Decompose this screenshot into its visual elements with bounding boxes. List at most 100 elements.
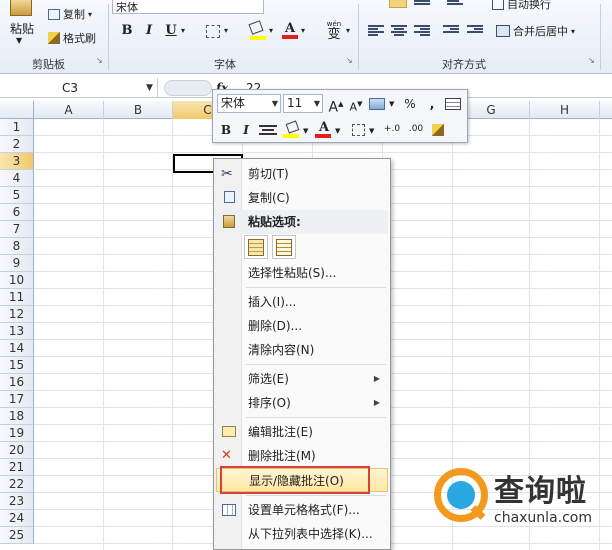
mini-fill-color-icon[interactable] — [283, 120, 301, 139]
top-align-icon[interactable] — [389, 0, 407, 8]
chevron-down-icon[interactable]: ▼ — [314, 95, 320, 112]
copy-dropdown-icon[interactable]: ▾ — [88, 10, 92, 19]
table-format-icon[interactable] — [445, 95, 463, 113]
menu-item-delete-comment[interactable]: ✕ 删除批注(M) — [216, 444, 388, 468]
column-header-b[interactable]: B — [104, 101, 173, 119]
menu-item-pick-from-list[interactable]: 从下拉列表中选择(K)... — [216, 522, 388, 546]
row-header-23[interactable]: 23 — [0, 493, 34, 510]
row-header-12[interactable]: 12 — [0, 306, 34, 323]
row-header-10[interactable]: 10 — [0, 272, 34, 289]
formula-bar-grip[interactable] — [164, 80, 212, 96]
mini-align-center-icon[interactable] — [259, 121, 277, 139]
row-header-24[interactable]: 24 — [0, 510, 34, 527]
merge-center-button[interactable]: 合并后居中 ▾ — [496, 23, 575, 39]
alignment-launcher-icon[interactable]: ↘ — [588, 57, 596, 65]
underline-dropdown-icon[interactable]: ▾ — [181, 26, 185, 35]
underline-button[interactable]: U — [162, 22, 180, 40]
font-name-box[interactable]: 宋体 — [112, 0, 264, 14]
paste-icon[interactable] — [10, 0, 32, 16]
row-header-1[interactable]: 1 — [0, 119, 34, 136]
accounting-format-icon[interactable] — [369, 95, 387, 113]
row-header-6[interactable]: 6 — [0, 204, 34, 221]
row-header-3[interactable]: 3 — [0, 153, 34, 170]
menu-item-delete[interactable]: 删除(D)... — [216, 314, 388, 338]
row-header-22[interactable]: 22 — [0, 476, 34, 493]
wrap-text-button[interactable]: 自动换行 — [492, 0, 551, 12]
name-box-dropdown-icon[interactable]: ▼ — [146, 78, 153, 98]
column-header-h[interactable]: H — [530, 101, 600, 119]
row-header-13[interactable]: 13 — [0, 323, 34, 340]
chevron-down-icon[interactable]: ▼ — [272, 95, 278, 112]
row-header-14[interactable]: 14 — [0, 340, 34, 357]
bold-button[interactable]: B — [118, 22, 136, 40]
row-header-20[interactable]: 20 — [0, 442, 34, 459]
mini-font-color-icon[interactable]: A — [315, 121, 333, 139]
row-header-4[interactable]: 4 — [0, 170, 34, 187]
border-dropdown-icon[interactable]: ▾ — [224, 26, 228, 35]
menu-item-paste-special[interactable]: 选择性粘贴(S)... — [216, 261, 388, 285]
format-painter-button[interactable]: 格式刷 — [48, 30, 96, 46]
row-header-19[interactable]: 19 — [0, 425, 34, 442]
mini-border-icon[interactable] — [349, 121, 367, 139]
mini-font-size[interactable]: 11 ▼ — [283, 94, 323, 113]
paste-option-icon[interactable] — [244, 235, 268, 259]
chevron-down-icon[interactable]: ▼ — [335, 127, 340, 135]
align-center-icon[interactable] — [391, 25, 407, 37]
increase-decimal-button[interactable]: +.0 — [381, 121, 403, 139]
decrease-decimal-button[interactable]: .00 — [405, 121, 427, 139]
row-header-9[interactable]: 9 — [0, 255, 34, 272]
middle-align-icon[interactable] — [414, 0, 430, 12]
shrink-font-button[interactable]: A▼ — [347, 95, 365, 114]
percent-button[interactable]: % — [401, 95, 419, 113]
menu-item-cut[interactable]: ✂ 剪切(T) — [216, 162, 388, 186]
fill-color-dropdown-icon[interactable]: ▾ — [269, 26, 273, 35]
select-all-corner[interactable] — [0, 101, 34, 119]
orientation-icon[interactable] — [447, 0, 463, 12]
clipboard-launcher-icon[interactable]: ↘ — [96, 57, 104, 65]
phonetic-dropdown-icon[interactable]: ▾ — [346, 26, 350, 35]
menu-item-format-cells[interactable]: 设置单元格格式(F)... — [216, 498, 388, 522]
paste-dropdown-icon[interactable]: ▼ — [16, 36, 22, 45]
chevron-down-icon[interactable]: ▼ — [389, 100, 394, 108]
row-header-25[interactable]: 25 — [0, 527, 34, 544]
row-header-15[interactable]: 15 — [0, 357, 34, 374]
menu-item-clear-contents[interactable]: 清除内容(N) — [216, 338, 388, 362]
chevron-down-icon[interactable]: ▼ — [369, 127, 374, 135]
mini-font-name[interactable]: 宋体 ▼ — [217, 94, 281, 113]
name-box[interactable]: C3 — [0, 78, 158, 98]
menu-item-copy[interactable]: 复制(C) — [216, 186, 388, 210]
font-launcher-icon[interactable]: ↘ — [346, 57, 354, 65]
menu-item-insert[interactable]: 插入(I)... — [216, 290, 388, 314]
paste-button[interactable]: 粘贴 — [10, 20, 34, 37]
row-header-7[interactable]: 7 — [0, 221, 34, 238]
row-header-11[interactable]: 11 — [0, 289, 34, 306]
font-color-icon[interactable]: A — [282, 22, 298, 40]
align-left-icon[interactable] — [368, 25, 384, 37]
decrease-indent-icon[interactable] — [443, 25, 459, 37]
row-header-18[interactable]: 18 — [0, 408, 34, 425]
row-header-21[interactable]: 21 — [0, 459, 34, 476]
comma-button[interactable]: , — [423, 95, 441, 113]
mini-italic-button[interactable]: I — [237, 121, 255, 139]
phonetic-button[interactable]: wén 变 — [324, 20, 344, 42]
menu-item-filter[interactable]: 筛选(E) ▶ — [216, 367, 388, 391]
row-header-2[interactable]: 2 — [0, 136, 34, 153]
increase-indent-icon[interactable] — [467, 25, 483, 37]
column-header-a[interactable]: A — [34, 101, 104, 119]
menu-item-sort[interactable]: 排序(O) ▶ — [216, 391, 388, 415]
border-icon[interactable] — [206, 25, 220, 38]
chevron-down-icon[interactable]: ▼ — [303, 127, 308, 135]
font-color-dropdown-icon[interactable]: ▾ — [301, 26, 305, 35]
mini-bold-button[interactable]: B — [217, 121, 235, 139]
row-header-16[interactable]: 16 — [0, 374, 34, 391]
grow-font-button[interactable]: A▲ — [327, 95, 345, 116]
copy-button[interactable]: 复制 ▾ — [48, 6, 92, 22]
merge-dropdown-icon[interactable]: ▾ — [571, 27, 575, 36]
mini-format-painter-icon[interactable] — [429, 121, 447, 139]
italic-button[interactable]: I — [140, 22, 158, 40]
align-right-icon[interactable] — [414, 25, 430, 37]
row-header-8[interactable]: 8 — [0, 238, 34, 255]
paste-values-option-icon[interactable] — [272, 235, 296, 259]
fill-color-icon[interactable] — [248, 20, 266, 40]
menu-item-edit-comment[interactable]: 编辑批注(E) — [216, 420, 388, 444]
